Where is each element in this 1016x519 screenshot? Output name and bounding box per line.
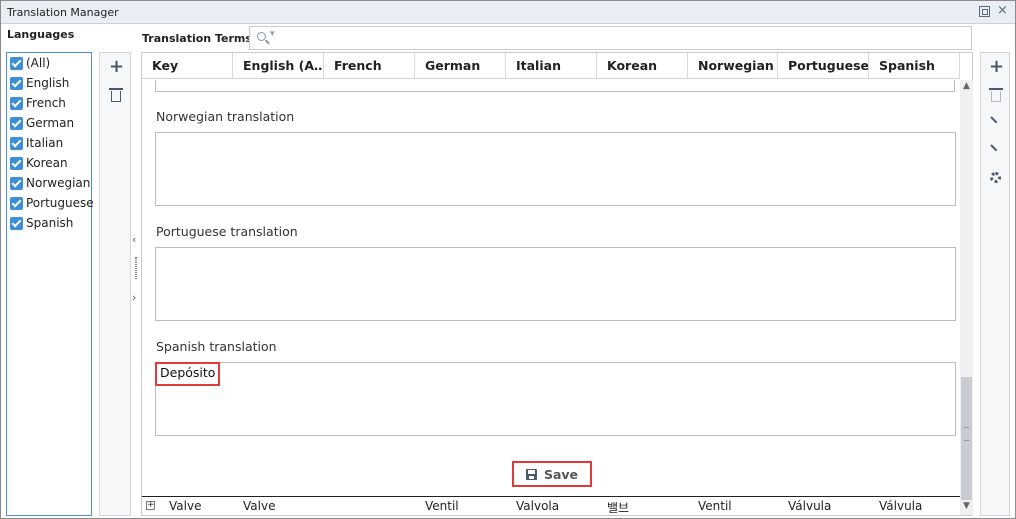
checkbox-checked-icon[interactable]	[10, 196, 23, 210]
gear-icon[interactable]	[990, 172, 1001, 183]
title-bar: Translation Manager ×	[1, 1, 1015, 24]
checkbox-checked-icon[interactable]	[10, 116, 23, 130]
column-header-english[interactable]: English (A…	[233, 53, 324, 79]
language-item-korean[interactable]: Korean	[10, 154, 68, 172]
window-title: Translation Manager	[7, 6, 119, 19]
language-label: Korean	[26, 156, 68, 170]
language-label: English	[26, 76, 70, 90]
search-input[interactable]: ▾	[249, 26, 972, 50]
checkbox-checked-icon[interactable]	[10, 96, 23, 110]
language-item-norwegian[interactable]: Norwegian	[10, 174, 90, 192]
cell-spanish: Válvula	[879, 499, 923, 513]
languages-heading: Languages	[7, 28, 75, 41]
save-icon	[525, 468, 537, 480]
language-label: Italian	[26, 136, 64, 150]
checkbox-checked-icon[interactable]	[10, 56, 23, 70]
terms-table: Key English (A… French German Italian Ko…	[141, 52, 973, 516]
language-label: French	[26, 96, 66, 110]
previous-translation-field[interactable]	[155, 80, 955, 92]
splitter-grip[interactable]	[135, 257, 137, 279]
cell-portuguese: Válvula	[788, 499, 832, 513]
languages-list: (All) English French German Italian Kore…	[6, 52, 94, 516]
language-label: Portuguese	[26, 196, 94, 210]
add-language-icon[interactable]: +	[109, 58, 124, 76]
language-item-german[interactable]: German	[10, 114, 74, 132]
expand-icon[interactable]: +	[146, 501, 155, 510]
cell-german: Ventil	[425, 499, 459, 513]
search-icon[interactable]	[257, 32, 266, 41]
language-label: Spanish	[26, 216, 74, 230]
language-item-portuguese[interactable]: Portuguese	[10, 194, 94, 212]
checkbox-checked-icon[interactable]	[10, 136, 23, 150]
translation-terms-heading: Translation Terms	[142, 32, 252, 45]
delete-language-icon[interactable]	[109, 88, 123, 102]
highlight-box	[155, 362, 220, 386]
checkbox-checked-icon[interactable]	[10, 76, 23, 90]
language-item-french[interactable]: French	[10, 94, 66, 112]
language-label: (All)	[26, 56, 51, 70]
checkbox-checked-icon[interactable]	[10, 216, 23, 230]
column-header-key[interactable]: Key	[142, 53, 233, 79]
restore-icon[interactable]	[979, 6, 990, 17]
language-label: German	[26, 116, 75, 130]
spanish-translation-input[interactable]: Depósito	[155, 362, 956, 436]
column-header-spanish[interactable]: Spanish	[869, 53, 960, 79]
language-item-spanish[interactable]: Spanish	[10, 214, 73, 232]
language-toolbar: +	[99, 52, 131, 516]
add-term-icon[interactable]: +	[989, 58, 1004, 76]
chevron-down-icon[interactable]: ▾	[270, 29, 275, 39]
save-button[interactable]: Save	[512, 461, 592, 487]
column-header-italian[interactable]: Italian	[506, 53, 597, 79]
terms-toolbar: +	[980, 52, 1010, 516]
cell-key: Valve	[169, 499, 202, 513]
chevron-right-icon[interactable]: ›	[132, 291, 136, 304]
save-label: Save	[543, 466, 579, 482]
language-item-italian[interactable]: Italian	[10, 134, 63, 152]
language-label: Norwegian	[26, 176, 91, 190]
scroll-up-icon[interactable]: ▲	[963, 81, 970, 91]
table-row[interactable]: + Valve Valve Ventil Valvola 밸브 Ventil V…	[142, 496, 960, 515]
checkbox-checked-icon[interactable]	[10, 156, 23, 170]
scroll-down-icon[interactable]: ▼	[963, 501, 970, 511]
language-item-all[interactable]: (All)	[10, 54, 50, 72]
column-header-german[interactable]: German	[415, 53, 506, 79]
vertical-scrollbar[interactable]: ▲ ▼	[960, 80, 973, 515]
column-header-korean[interactable]: Korean	[597, 53, 688, 79]
cell-english: Valve	[243, 499, 276, 513]
scroll-thumb[interactable]	[961, 377, 972, 500]
portuguese-translation-input[interactable]	[155, 247, 956, 321]
column-header-french[interactable]: French	[324, 53, 415, 79]
chevron-left-icon[interactable]: ‹	[132, 233, 136, 246]
panel-splitter[interactable]: ‹ ›	[132, 181, 140, 321]
norwegian-translation-label: Norwegian translation	[156, 109, 295, 124]
column-header-portuguese[interactable]: Portuguese	[778, 53, 869, 79]
language-item-english[interactable]: English	[10, 74, 69, 92]
close-icon[interactable]: ×	[997, 4, 1008, 17]
portuguese-translation-label: Portuguese translation	[156, 224, 298, 239]
cell-korean: 밸브	[607, 501, 630, 515]
column-header-norwegian[interactable]: Norwegian	[688, 53, 778, 79]
norwegian-translation-input[interactable]	[155, 132, 956, 206]
translation-manager-window: Translation Manager × Languages (All) En…	[0, 0, 1016, 519]
spanish-translation-label: Spanish translation	[156, 339, 277, 354]
table-header: Key English (A… French German Italian Ko…	[142, 53, 960, 79]
checkbox-checked-icon[interactable]	[10, 176, 23, 190]
cell-norwegian: Ventil	[698, 499, 732, 513]
cell-italian: Valvola	[516, 499, 560, 513]
delete-term-icon[interactable]	[989, 88, 1003, 102]
